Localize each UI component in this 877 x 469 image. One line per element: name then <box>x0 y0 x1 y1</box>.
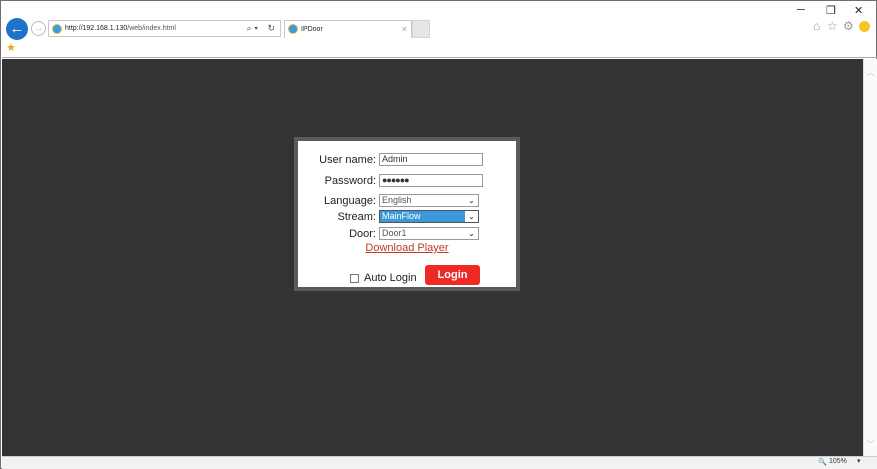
chevron-down-icon: ⌄ <box>465 195 478 206</box>
ie-page-icon <box>52 24 62 34</box>
stream-value: MainFlow <box>382 211 421 221</box>
gear-icon[interactable]: ⚙ <box>843 19 854 33</box>
door-label: Door: <box>349 228 376 240</box>
zoom-icon[interactable]: 🔍 <box>818 458 827 466</box>
page-content: User name: Admin Password: ●●●●●● Langua… <box>2 59 863 456</box>
tab-ipdoor[interactable]: IPDoor × <box>284 20 412 38</box>
login-button[interactable]: Login <box>425 265 480 285</box>
restore-icon[interactable]: ❐ <box>826 4 836 17</box>
refresh-icon[interactable]: ↻ <box>267 21 275 36</box>
ie-tab-icon <box>288 24 298 34</box>
auto-login-checkbox[interactable] <box>350 274 359 283</box>
zoom-level[interactable]: 105% <box>829 458 847 465</box>
language-value: English <box>382 195 412 205</box>
minimize-icon[interactable]: ─ <box>797 4 805 16</box>
door-value: Door1 <box>382 228 407 238</box>
auto-login-label: Auto Login <box>364 272 417 284</box>
zoom-dropdown-icon[interactable]: ▾ <box>857 457 861 465</box>
add-favorite-icon[interactable]: ★ <box>6 41 16 54</box>
language-select[interactable]: English ⌄ <box>379 194 479 207</box>
stream-select[interactable]: MainFlow ⌄ <box>379 210 479 223</box>
address-bar[interactable]: http://192.168.1.130/web/index.html ⌕ ▾ … <box>48 20 281 37</box>
vertical-scrollbar[interactable]: ︿ ﹀ <box>863 59 877 456</box>
url-path: /web/index.html <box>127 25 176 32</box>
favorites-star-icon[interactable]: ☆ <box>827 19 838 33</box>
password-input[interactable]: ●●●●●● <box>379 174 483 187</box>
password-label: Password: <box>324 175 376 187</box>
back-button[interactable]: ← <box>6 18 28 40</box>
download-player-link[interactable]: Download Player <box>298 242 516 254</box>
home-icon[interactable]: ⌂ <box>813 19 820 33</box>
search-icon[interactable]: ⌕ ▾ <box>247 21 258 36</box>
url-host: http://192.168.1.130 <box>65 25 128 32</box>
favorites-bar: ★ <box>2 39 877 58</box>
new-tab-button[interactable] <box>412 20 430 38</box>
username-input[interactable]: Admin <box>379 153 483 166</box>
door-select[interactable]: Door1 ⌄ <box>379 227 479 240</box>
stream-label: Stream: <box>337 211 376 223</box>
login-panel: User name: Admin Password: ●●●●●● Langua… <box>294 137 520 291</box>
scroll-down-icon[interactable]: ﹀ <box>864 439 877 450</box>
language-label: Language: <box>324 195 376 207</box>
close-window-icon[interactable]: ✕ <box>854 4 863 17</box>
status-bar: 🔍 105% ▾ <box>2 456 877 469</box>
tab-title: IPDoor <box>301 26 323 33</box>
scroll-up-icon[interactable]: ︿ <box>864 67 877 78</box>
forward-button[interactable]: → <box>31 21 46 36</box>
browser-window: ← → http://192.168.1.130/web/index.html … <box>0 0 877 469</box>
chevron-down-icon: ⌄ <box>465 211 478 222</box>
smiley-feedback-icon[interactable] <box>859 21 870 32</box>
username-label: User name: <box>319 154 376 166</box>
close-tab-icon[interactable]: × <box>402 21 407 38</box>
chevron-down-icon: ⌄ <box>465 228 478 239</box>
